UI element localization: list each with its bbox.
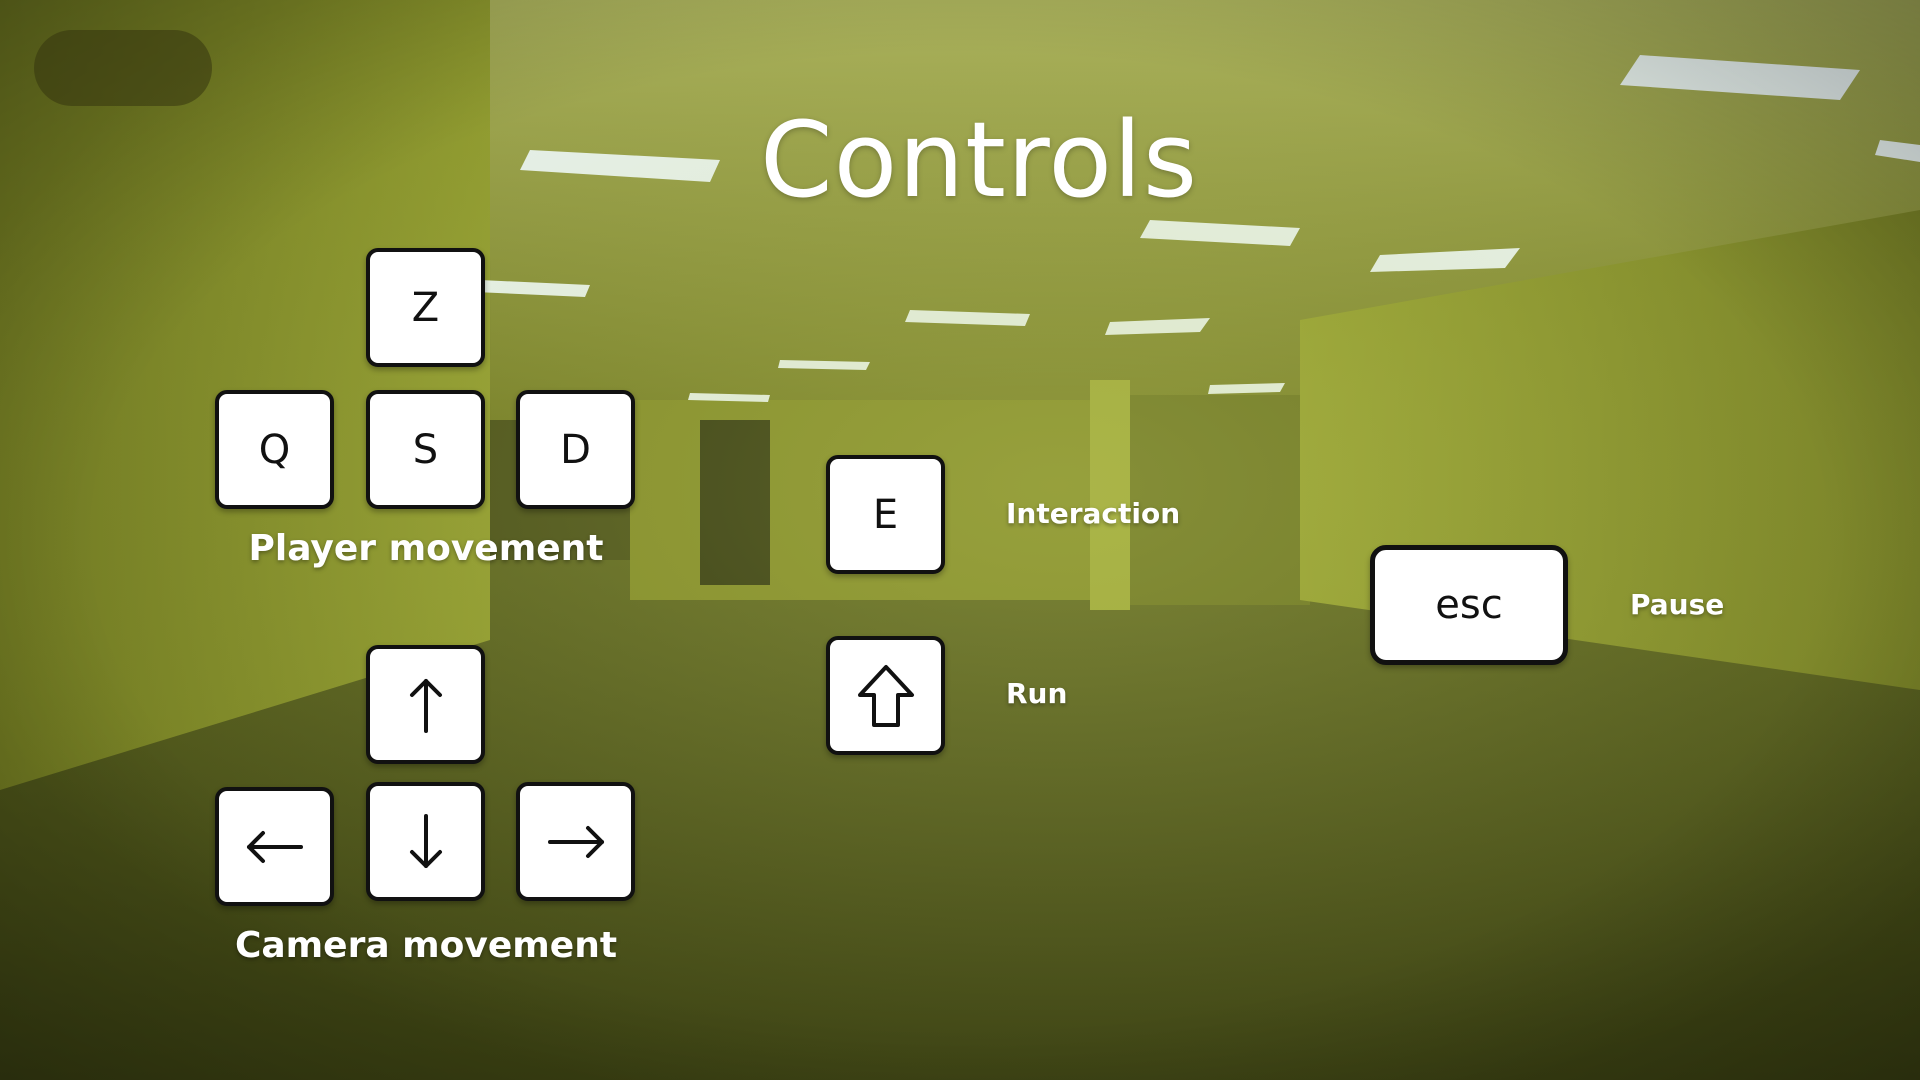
key-arrow-up: [366, 645, 485, 764]
run-label: Run: [1006, 677, 1068, 710]
key-z: Z: [366, 248, 485, 367]
key-esc: esc: [1370, 545, 1568, 665]
key-d: D: [516, 390, 635, 509]
key-arrow-right: [516, 782, 635, 901]
key-s: S: [366, 390, 485, 509]
arrow-up-icon: [409, 678, 442, 733]
key-arrow-down: [366, 782, 485, 901]
page-title: Controls: [760, 99, 1199, 221]
arrow-right-icon: [547, 825, 604, 858]
key-e: E: [826, 455, 945, 574]
shift-arrow-icon: [857, 664, 914, 727]
camera-movement-label: Camera movement: [234, 925, 618, 966]
key-shift: [826, 636, 945, 755]
arrow-down-icon: [409, 813, 442, 868]
back-button[interactable]: [34, 30, 212, 106]
arrow-left-icon: [246, 830, 303, 863]
pause-label: Pause: [1630, 588, 1725, 621]
key-arrow-left: [215, 787, 334, 906]
key-q: Q: [215, 390, 334, 509]
controls-screen: Controls Z Q S D Player movement Camera …: [0, 0, 1920, 1080]
player-movement-label: Player movement: [248, 528, 604, 569]
interaction-label: Interaction: [1006, 497, 1181, 530]
